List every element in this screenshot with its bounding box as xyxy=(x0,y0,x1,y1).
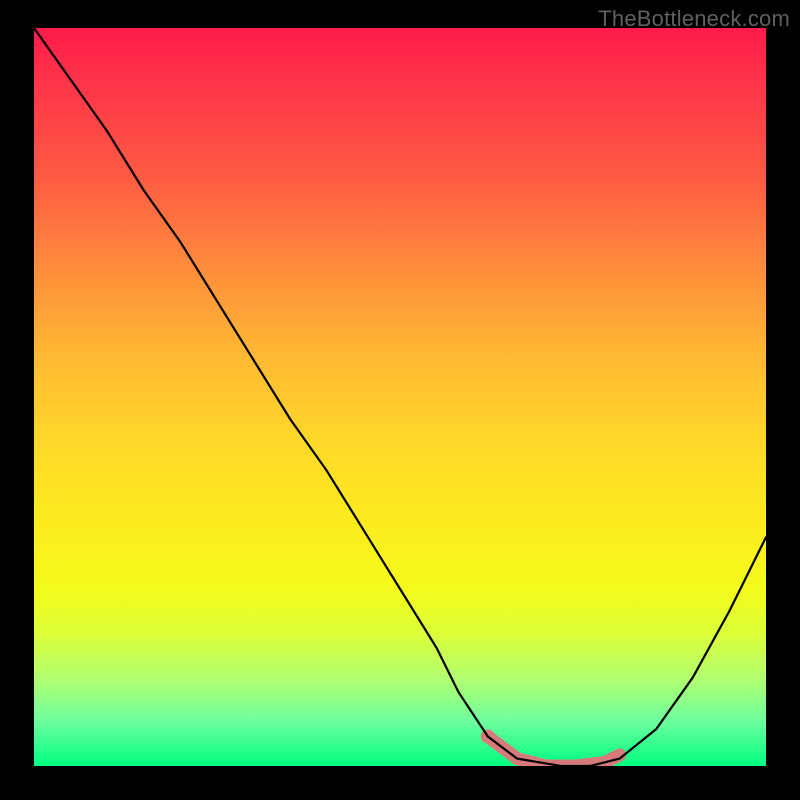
watermark-text: TheBottleneck.com xyxy=(598,6,790,32)
chart-container: TheBottleneck.com xyxy=(0,0,800,800)
chart-svg xyxy=(34,28,766,766)
bottleneck-curve xyxy=(34,28,766,766)
plot-area xyxy=(34,28,766,766)
